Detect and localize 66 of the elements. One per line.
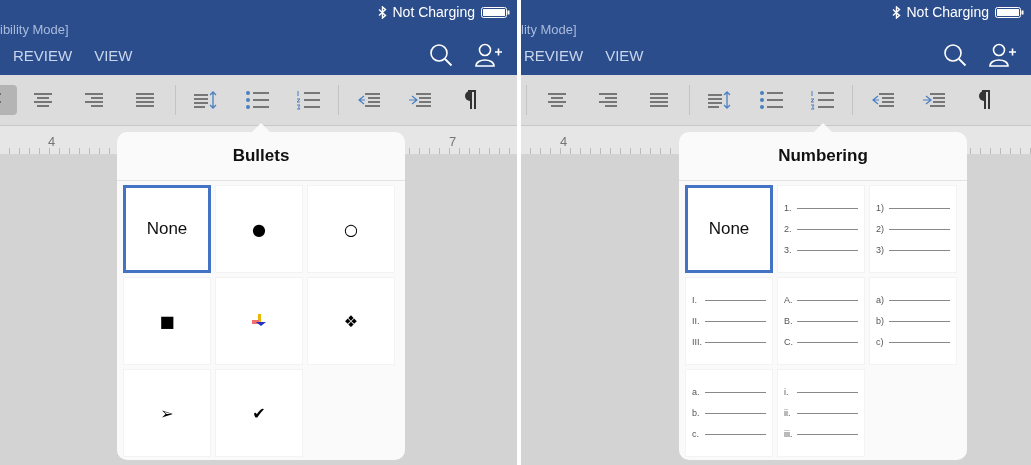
list-marker: 3.	[784, 245, 793, 255]
list-marker: c)	[876, 337, 885, 347]
numbering-option[interactable]: a. b. c.	[685, 369, 773, 457]
numbering-option[interactable]: a) b) c)	[869, 277, 957, 365]
list-marker: C.	[784, 337, 794, 347]
popover-title: Numbering	[679, 132, 967, 181]
numbering-icon	[294, 89, 321, 111]
add-person-icon[interactable]	[475, 43, 503, 67]
list-marker: b.	[692, 408, 701, 418]
bluetooth-icon	[377, 5, 387, 19]
numbering-option[interactable]: 1. 2. 3.	[777, 185, 865, 273]
list-marker: b)	[876, 316, 885, 326]
list-marker: a.	[692, 387, 701, 397]
bullet-option[interactable]: ■	[123, 277, 211, 365]
none-option[interactable]: None	[685, 185, 773, 273]
numbering-icon	[808, 89, 835, 111]
bullet-option[interactable]: ●	[215, 185, 303, 273]
list-marker: iii.	[784, 429, 794, 439]
list-marker: 3)	[876, 245, 885, 255]
list-marker: III.	[692, 337, 702, 347]
numbering-option[interactable]: A. B. C.	[777, 277, 865, 365]
picture-bullet-icon	[252, 314, 266, 328]
ribbon-tab[interactable]: VIEW	[605, 46, 644, 64]
list-marker: c.	[692, 429, 700, 439]
list-marker: i.	[784, 387, 790, 397]
ruler-number: 4	[560, 134, 568, 149]
bullets-icon	[757, 89, 784, 111]
ruler-number: 4	[48, 134, 56, 149]
bullet-option[interactable]: ○	[307, 185, 395, 273]
bullets-icon	[243, 89, 270, 111]
popover-title: Bullets	[117, 132, 405, 181]
document-title: ibility Mode]	[0, 22, 69, 37]
list-marker: A.	[784, 295, 794, 305]
pilcrow-icon	[978, 90, 991, 110]
bluetooth-icon	[891, 5, 901, 19]
battery-icon	[481, 5, 511, 19]
list-marker: B.	[784, 316, 794, 326]
list-marker: 2.	[784, 224, 793, 234]
none-option[interactable]: None	[123, 185, 211, 273]
list-marker: II.	[692, 316, 701, 326]
pilcrow-icon	[464, 90, 477, 110]
line-spacing-icon	[192, 89, 219, 111]
numbering-option[interactable]: i. ii. iii.	[777, 369, 865, 457]
numbering-option[interactable]: I. II. III.	[685, 277, 773, 365]
ribbon-tab[interactable]: REVIEW	[13, 46, 73, 64]
list-marker: 1)	[876, 203, 885, 213]
list-marker: a)	[876, 295, 885, 305]
list-marker: 2)	[876, 224, 885, 234]
search-icon[interactable]	[429, 43, 453, 67]
line-spacing-icon	[706, 89, 733, 111]
add-person-icon[interactable]	[989, 43, 1017, 67]
bullet-option[interactable]: ✔	[215, 369, 303, 457]
battery-icon	[995, 5, 1025, 19]
list-marker: ii.	[784, 408, 792, 418]
numbering-option[interactable]: 1) 2) 3)	[869, 185, 957, 273]
ribbon-tab[interactable]: VIEW	[94, 46, 133, 64]
list-marker: 1.	[784, 203, 793, 213]
list-marker: I.	[692, 295, 698, 305]
ribbon-tab[interactable]: REVIEW	[524, 46, 584, 64]
charging-status: Not Charging	[392, 4, 475, 20]
charging-status: Not Charging	[906, 4, 989, 20]
ruler-number: 7	[449, 134, 457, 149]
bullet-option[interactable]: ❖	[307, 277, 395, 365]
search-icon[interactable]	[943, 43, 967, 67]
document-title: lity Mode]	[521, 22, 577, 37]
bullet-option[interactable]: ➢	[123, 369, 211, 457]
